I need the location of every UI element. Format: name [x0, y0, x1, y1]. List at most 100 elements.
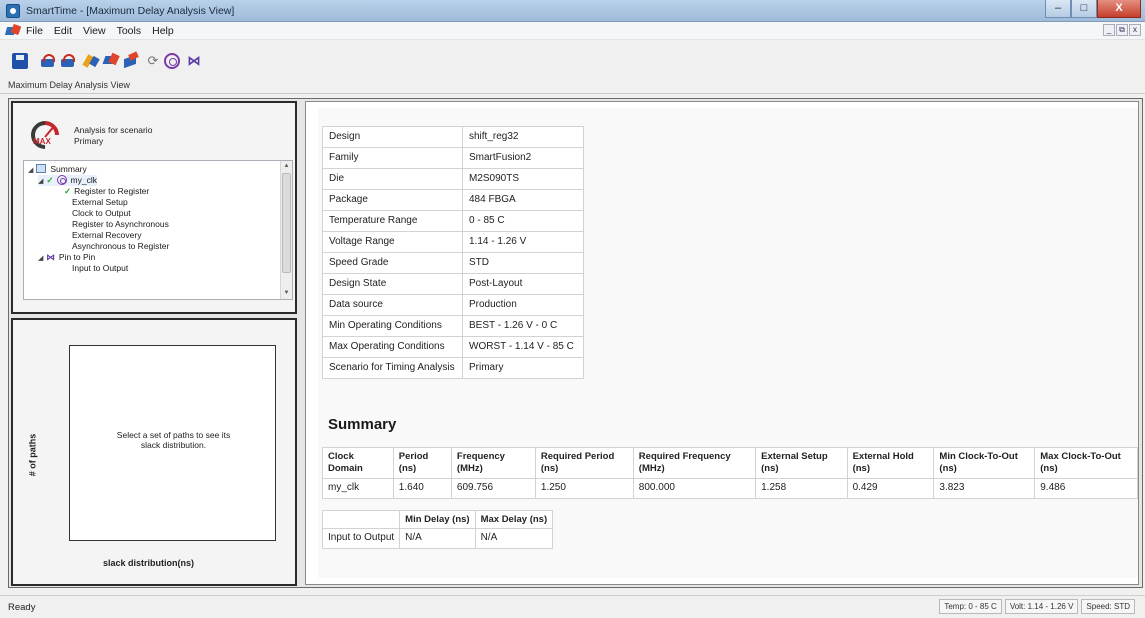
maximize-button[interactable]: □: [1071, 0, 1097, 18]
property-key: Min Operating Conditions: [322, 315, 463, 337]
menu-file[interactable]: File: [26, 25, 43, 37]
tree-item-external-recovery[interactable]: External Recovery: [72, 230, 141, 241]
status-temperature: Temp: 0 - 85 C: [939, 599, 1002, 614]
doc-restore-button[interactable]: ⧉: [1116, 24, 1128, 36]
property-row: Package 484 FBGA: [322, 189, 584, 211]
column-header: Max Clock-To-Out (ns): [1034, 447, 1138, 479]
menu-view[interactable]: View: [83, 25, 106, 37]
tree-item-asynchronous-to-register[interactable]: Asynchronous to Register: [72, 241, 169, 252]
document-window-controls: _ ⧉ x: [1103, 24, 1141, 36]
tree-item-my-clk[interactable]: ◢ ✓ my_clk: [38, 175, 97, 186]
property-row: Design shift_reg32: [322, 126, 584, 148]
property-value: 484 FBGA: [462, 189, 584, 211]
close-button[interactable]: X: [1097, 0, 1141, 18]
check-icon: ✓: [64, 186, 72, 196]
collapse-arrow-icon[interactable]: ◢: [28, 167, 33, 174]
property-row: Data source Production: [322, 294, 584, 316]
tree-item-register-to-asynchronous[interactable]: Register to Asynchronous: [72, 219, 169, 230]
toolbar: ⟳ ⋈: [0, 40, 1145, 78]
column-header: Frequency (MHz): [450, 447, 536, 479]
property-value: Primary: [462, 357, 584, 379]
property-row: Die M2S090TS: [322, 168, 584, 190]
column-header: Required Frequency (MHz): [632, 447, 757, 479]
summary-report-panel: Design shift_reg32 Family SmartFusion2 Die M2…: [305, 101, 1139, 585]
property-value: 1.14 - 1.26 V: [462, 231, 584, 253]
column-header: Period (ns): [392, 447, 452, 479]
doc-minimize-button[interactable]: _: [1103, 24, 1115, 36]
column-header: External Hold (ns): [846, 447, 935, 479]
histogram-plot-area: Select a set of paths to see its slack d…: [69, 345, 276, 541]
input-to-output-table: Min Delay (ns) Max Delay (ns) Input to Ou…: [321, 510, 554, 549]
tree-scrollbar[interactable]: ▲ ▼: [280, 161, 292, 299]
column-header: Required Period (ns): [534, 447, 634, 479]
property-key: Voltage Range: [322, 231, 463, 253]
property-value: SmartFusion2: [462, 147, 584, 169]
summary-icon: [36, 164, 47, 173]
menu-tools[interactable]: Tools: [117, 25, 142, 37]
menu-help[interactable]: Help: [152, 25, 174, 37]
table-cell: 609.756: [450, 478, 536, 499]
tree-item-label: Register to Asynchronous: [72, 219, 169, 229]
column-header: External Setup (ns): [755, 447, 848, 479]
tree-item-label: Clock to Output: [72, 208, 131, 218]
collapse-arrow-icon[interactable]: ◢: [38, 178, 43, 185]
table-cell: 1.640: [392, 478, 452, 499]
table-cell: 1.258: [755, 478, 848, 499]
save-icon[interactable]: [12, 53, 28, 69]
y-axis-label: # of paths: [27, 433, 38, 477]
collapse-arrow-icon[interactable]: ◢: [38, 255, 43, 262]
menu-bar: File Edit View Tools Help _ ⧉ x: [0, 22, 1145, 40]
violation-report-icon[interactable]: [124, 53, 140, 69]
timing-report-icon[interactable]: [104, 53, 120, 69]
view-label: Maximum Delay Analysis View: [8, 80, 130, 90]
table-cell: N/A: [399, 528, 476, 549]
clock-domain-icon[interactable]: [164, 53, 180, 69]
undo-icon[interactable]: [40, 53, 56, 69]
scrollbar-thumb[interactable]: [282, 173, 291, 273]
max-gauge-icon: MAX: [25, 115, 65, 155]
tree-item-input-to-output[interactable]: Input to Output: [72, 263, 128, 274]
constraints-icon[interactable]: [84, 53, 100, 69]
slack-histogram-panel: # of paths Select a set of paths to see …: [11, 318, 297, 586]
tree-item-label: External Recovery: [72, 230, 142, 240]
tree-item-label: External Setup: [72, 197, 128, 207]
tree-item-summary[interactable]: ◢ Summary: [28, 164, 87, 175]
property-row: Family SmartFusion2: [322, 147, 584, 169]
pin-to-pin-icon[interactable]: ⋈: [186, 53, 202, 69]
column-header: Min Clock-To-Out (ns): [933, 447, 1036, 479]
property-value: M2S090TS: [462, 168, 584, 190]
minimize-button[interactable]: –: [1045, 0, 1071, 18]
property-value: STD: [462, 252, 584, 274]
title-bar: SmartTime - [Maximum Delay Analysis View…: [0, 0, 1145, 22]
tree-item-pin-to-pin[interactable]: ◢ ⋈ Pin to Pin: [38, 252, 95, 263]
property-row: Speed Grade STD: [322, 252, 584, 274]
refresh-icon[interactable]: ⟳: [145, 53, 161, 69]
property-value: WORST - 1.14 V - 85 C: [462, 336, 584, 358]
tree-item-label: Summary: [50, 164, 87, 174]
window-title: SmartTime - [Maximum Delay Analysis View…: [26, 5, 235, 17]
menu-edit[interactable]: Edit: [54, 25, 72, 37]
document-icon[interactable]: [6, 25, 20, 37]
redo-icon[interactable]: [60, 53, 76, 69]
property-key: Family: [322, 147, 463, 169]
tree-item-register-to-register[interactable]: ✓ Register to Register: [64, 186, 149, 197]
scroll-down-icon[interactable]: ▼: [281, 288, 292, 299]
report-content: Design shift_reg32 Family SmartFusion2 Die M2…: [318, 108, 1138, 578]
table-cell: 3.823: [933, 478, 1036, 499]
scroll-up-icon[interactable]: ▲: [281, 161, 292, 172]
tree-item-clock-to-output[interactable]: Clock to Output: [72, 208, 131, 219]
table-cell: 800.000: [632, 478, 757, 499]
table-row: Input to Output N/A N/A: [321, 528, 554, 549]
table-cell: 0.429: [846, 478, 935, 499]
property-value: 0 - 85 C: [462, 210, 584, 232]
status-speed: Speed: STD: [1081, 599, 1135, 614]
scenario-caption: Analysis for scenario: [74, 125, 153, 135]
app-icon: [6, 4, 20, 18]
doc-close-button[interactable]: x: [1129, 24, 1141, 36]
property-row: Voltage Range 1.14 - 1.26 V: [322, 231, 584, 253]
property-key: Design State: [322, 273, 463, 295]
tree-item-label: Input to Output: [72, 263, 129, 273]
table-cell: N/A: [474, 528, 554, 549]
scenario-panel: MAX Analysis for scenario Primary ◢ Summa…: [11, 101, 297, 314]
tree-item-external-setup[interactable]: External Setup: [72, 197, 128, 208]
